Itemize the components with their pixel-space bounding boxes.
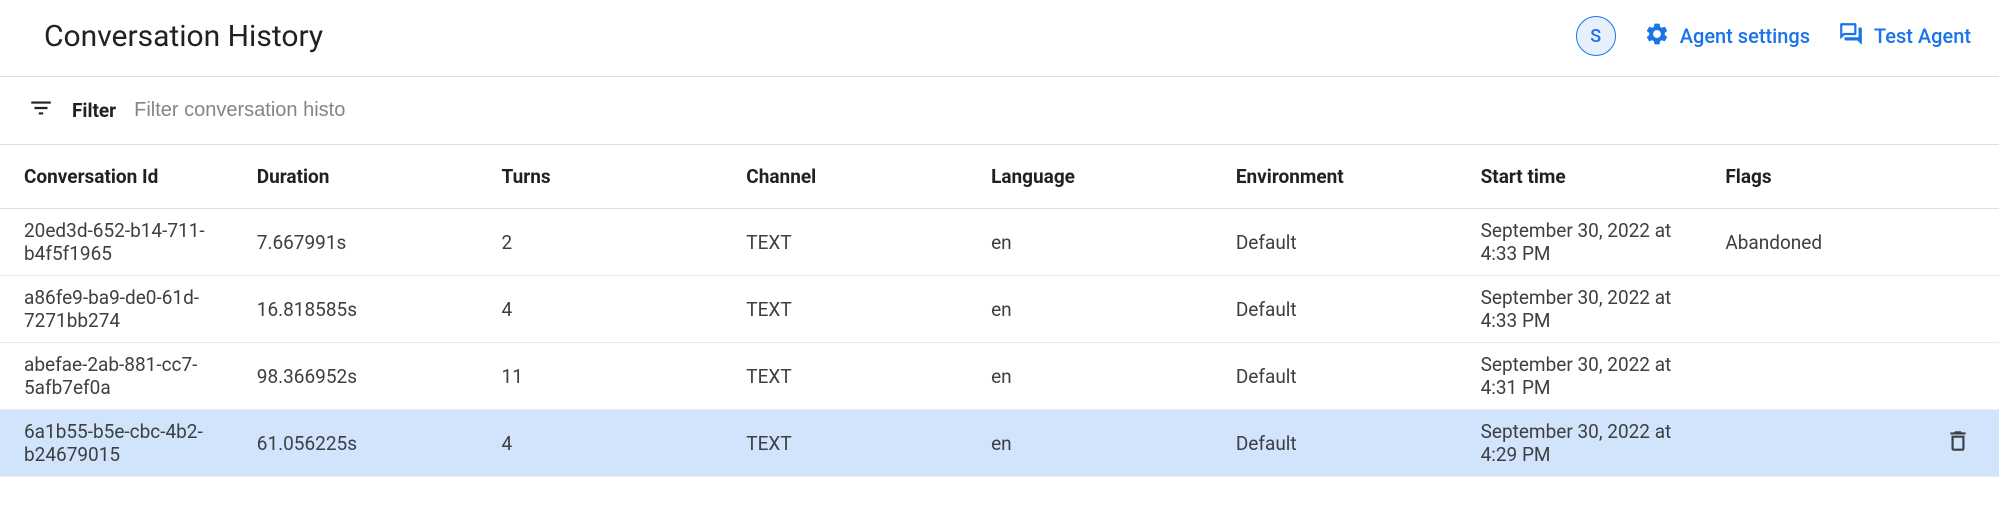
cell-start-time: September 30, 2022 at 4:31 PM: [1469, 343, 1714, 410]
cell-duration: 98.366952s: [245, 343, 490, 410]
cell-flags: [1713, 276, 1917, 343]
cell-start-time: September 30, 2022 at 4:33 PM: [1469, 209, 1714, 276]
page-header: Conversation History S Agent settings Te…: [0, 0, 1999, 77]
chat-icon: [1838, 21, 1864, 52]
col-header-environment[interactable]: Environment: [1224, 145, 1469, 209]
cell-language: en: [979, 410, 1224, 477]
cell-id: 6a1b55-b5e-cbc-4b2-b24679015: [0, 410, 245, 477]
cell-environment: Default: [1224, 343, 1469, 410]
cell-actions: [1917, 410, 1999, 477]
cell-actions: [1917, 209, 1999, 276]
test-agent-button[interactable]: Test Agent: [1838, 21, 1971, 52]
table-row[interactable]: a86fe9-ba9-de0-61d-7271bb27416.818585s4T…: [0, 276, 1999, 343]
page-title: Conversation History: [44, 19, 323, 54]
col-header-channel[interactable]: Channel: [734, 145, 979, 209]
cell-turns: 4: [490, 410, 735, 477]
cell-actions: [1917, 276, 1999, 343]
table-header-row: Conversation Id Duration Turns Channel L…: [0, 145, 1999, 209]
cell-id: abefae-2ab-881-cc7-5afb7ef0a: [0, 343, 245, 410]
cell-turns: 2: [490, 209, 735, 276]
cell-language: en: [979, 343, 1224, 410]
cell-id: a86fe9-ba9-de0-61d-7271bb274: [0, 276, 245, 343]
cell-environment: Default: [1224, 209, 1469, 276]
cell-id: 20ed3d-652-b14-711-b4f5f1965: [0, 209, 245, 276]
agent-settings-button[interactable]: Agent settings: [1644, 21, 1810, 52]
avatar-initial: S: [1590, 26, 1601, 47]
conversation-table: Conversation Id Duration Turns Channel L…: [0, 145, 1999, 477]
cell-turns: 4: [490, 276, 735, 343]
col-header-duration[interactable]: Duration: [245, 145, 490, 209]
agent-settings-label: Agent settings: [1680, 24, 1810, 48]
cell-flags: Abandoned: [1713, 209, 1917, 276]
cell-flags: [1713, 410, 1917, 477]
filter-bar: Filter: [0, 77, 1999, 145]
cell-channel: TEXT: [734, 209, 979, 276]
cell-duration: 61.056225s: [245, 410, 490, 477]
cell-duration: 16.818585s: [245, 276, 490, 343]
col-header-id[interactable]: Conversation Id: [0, 145, 245, 209]
table-row[interactable]: 6a1b55-b5e-cbc-4b2-b2467901561.056225s4T…: [0, 410, 1999, 477]
filter-label: Filter: [72, 99, 116, 122]
cell-language: en: [979, 209, 1224, 276]
col-header-actions: [1917, 145, 1999, 209]
cell-actions: [1917, 343, 1999, 410]
table-row[interactable]: 20ed3d-652-b14-711-b4f5f19657.667991s2TE…: [0, 209, 1999, 276]
cell-start-time: September 30, 2022 at 4:29 PM: [1469, 410, 1714, 477]
col-header-flags[interactable]: Flags: [1713, 145, 1917, 209]
filter-icon: [28, 95, 54, 126]
gear-icon: [1644, 21, 1670, 52]
col-header-turns[interactable]: Turns: [490, 145, 735, 209]
col-header-language[interactable]: Language: [979, 145, 1224, 209]
cell-duration: 7.667991s: [245, 209, 490, 276]
avatar[interactable]: S: [1576, 16, 1616, 56]
cell-channel: TEXT: [734, 410, 979, 477]
filter-input[interactable]: [134, 99, 434, 122]
cell-environment: Default: [1224, 410, 1469, 477]
cell-turns: 11: [490, 343, 735, 410]
cell-environment: Default: [1224, 276, 1469, 343]
cell-flags: [1713, 343, 1917, 410]
cell-start-time: September 30, 2022 at 4:33 PM: [1469, 276, 1714, 343]
col-header-start-time[interactable]: Start time: [1469, 145, 1714, 209]
cell-channel: TEXT: [734, 276, 979, 343]
test-agent-label: Test Agent: [1874, 24, 1971, 48]
header-actions: S Agent settings Test Agent: [1576, 16, 1971, 56]
cell-language: en: [979, 276, 1224, 343]
cell-channel: TEXT: [734, 343, 979, 410]
trash-icon[interactable]: [1945, 436, 1971, 459]
table-row[interactable]: abefae-2ab-881-cc7-5afb7ef0a98.366952s11…: [0, 343, 1999, 410]
